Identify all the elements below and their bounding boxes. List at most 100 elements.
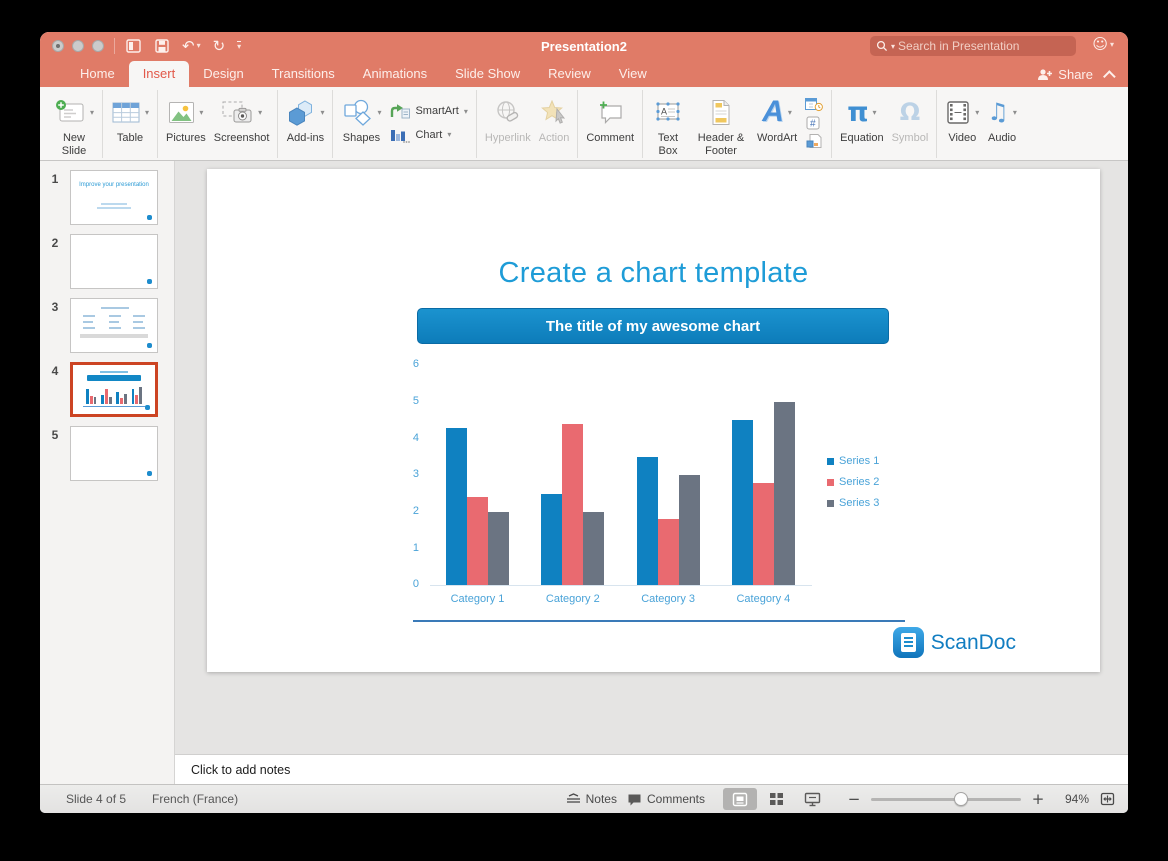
zoom-in-button[interactable]: + [1031, 790, 1045, 808]
chart-bar [467, 497, 488, 585]
slide-thumbnail-1[interactable]: Improve your presentation [70, 170, 158, 225]
table-button[interactable]: ▾ Table [111, 92, 149, 145]
header-footer-button[interactable]: Header & Footer [693, 92, 749, 158]
text-box-button[interactable]: A Text Box [651, 92, 685, 158]
slide-thumbnail-3[interactable] [70, 298, 158, 353]
tab-view[interactable]: View [605, 61, 661, 87]
redo-icon: ↻ [213, 39, 226, 54]
caret-down-icon: ▾ [464, 107, 468, 116]
tab-home[interactable]: Home [66, 61, 129, 87]
smartart-button[interactable]: SmartArt ▾ [389, 103, 467, 119]
slide-thumbnail-4-selected[interactable] [70, 362, 158, 417]
chart-plot-area[interactable] [430, 365, 810, 585]
equation-button[interactable]: π ▾ Equation [840, 92, 883, 145]
video-icon [945, 100, 971, 125]
chart-y-tick-label: 4 [393, 432, 419, 444]
search-input[interactable] [898, 39, 1048, 53]
tab-animations[interactable]: Animations [349, 61, 441, 87]
caret-down-icon: ▾ [873, 108, 877, 117]
slide-title-textbox[interactable]: Create a chart template [207, 257, 1100, 290]
customize-toolbar-button[interactable]: ▾ [237, 41, 241, 51]
tab-insert[interactable]: Insert [129, 61, 190, 87]
caret-down-icon: ▾ [1013, 108, 1017, 117]
redo-button[interactable]: ↻ [213, 39, 226, 54]
header-footer-icon [710, 99, 732, 126]
zoom-slider[interactable] [871, 792, 1021, 806]
slide-canvas: Create a chart template The title of my … [175, 161, 1128, 754]
thumbnail-title-text: Improve your presentation [71, 182, 157, 189]
comments-toggle[interactable]: Comments [627, 792, 705, 806]
thumbnail-row: 1 Improve your presentation [40, 170, 174, 225]
chart-bar [753, 483, 774, 586]
insert-date-time-icon[interactable] [805, 97, 823, 112]
normal-view-button[interactable] [723, 788, 757, 810]
slide-4[interactable]: Create a chart template The title of my … [207, 169, 1100, 672]
action-button: Action [539, 92, 570, 145]
new-presentation-button[interactable] [125, 38, 142, 54]
save-button[interactable] [154, 38, 170, 54]
zoom-out-button[interactable]: − [847, 790, 861, 808]
tab-slide-show[interactable]: Slide Show [441, 61, 534, 87]
new-slide-button[interactable]: ▾ New Slide [54, 92, 94, 158]
slide-thumbnail-2[interactable] [70, 234, 158, 289]
wordart-button[interactable]: A ▾ WordArt [757, 92, 797, 145]
pictures-button[interactable]: ▾ Pictures [166, 92, 206, 145]
slide-number-icon[interactable]: # [805, 116, 823, 130]
shapes-button[interactable]: ▾ Shapes [341, 92, 381, 145]
caret-down-icon: ▾ [197, 42, 201, 50]
thumbnail-row: 4 [40, 362, 174, 417]
comment-button[interactable]: Comment [586, 92, 634, 145]
ribbon-tab-bar: HomeInsertDesignTransitionsAnimationsSli… [40, 60, 1128, 87]
logo-dot [147, 343, 152, 348]
action-icon [541, 100, 568, 124]
collapse-ribbon-icon[interactable] [1103, 70, 1116, 83]
minimize-button[interactable] [72, 40, 84, 52]
fit-slide-to-window-button[interactable] [1099, 791, 1116, 807]
comment-label: Comment [586, 132, 634, 145]
undo-icon: ↶ [182, 39, 195, 54]
chart-bar [541, 494, 562, 586]
pictures-label: Pictures [166, 132, 206, 145]
screenshot-button[interactable]: ▾ Screenshot [214, 92, 270, 145]
zoom-slider-knob[interactable] [954, 792, 968, 806]
table-icon [111, 100, 141, 125]
notes-pane[interactable]: Click to add notes [175, 754, 1128, 784]
slideshow-view-button[interactable] [795, 788, 829, 810]
slide-sorter-view-button[interactable] [759, 788, 793, 810]
undo-button[interactable]: ↶ ▾ [182, 39, 201, 54]
chart-bar [446, 428, 467, 586]
video-button[interactable]: ▾ Video [945, 92, 979, 145]
feedback-button[interactable]: ☺ ▾ [1092, 35, 1114, 53]
caret-down-icon: ▾ [788, 108, 792, 117]
tab-transitions[interactable]: Transitions [258, 61, 349, 87]
chart-category-label: Category 3 [620, 593, 716, 605]
zoom-level: 94% [1055, 792, 1089, 806]
logo-dot [145, 405, 150, 410]
language-indicator[interactable]: French (France) [152, 792, 238, 806]
symbol-button: Ω Symbol [892, 92, 929, 145]
equation-label: Equation [840, 132, 883, 145]
scandoc-logo: ScanDoc [893, 627, 1016, 658]
audio-button[interactable]: ♫ ▾ Audio [987, 92, 1017, 145]
chart-title-shape[interactable]: The title of my awesome chart [417, 308, 889, 344]
shapes-label: Shapes [343, 132, 380, 145]
notes-toggle-label: Notes [586, 792, 617, 806]
share-button[interactable]: Share [1037, 67, 1093, 82]
caret-down-icon: ▾ [975, 108, 979, 117]
chart-button[interactable]: Chart ▾ [389, 126, 467, 143]
ribbon: ▾ New Slide ▾ Table [40, 87, 1128, 161]
slideshow-icon [804, 792, 821, 807]
slide-thumbnail-5[interactable] [70, 426, 158, 481]
smartart-icon [389, 103, 410, 119]
fullscreen-button[interactable] [92, 40, 104, 52]
close-button[interactable] [52, 40, 64, 52]
audio-icon: ♫ [987, 100, 1009, 124]
addins-button[interactable]: ▾ Add-ins [286, 92, 324, 145]
chart-x-axis-line [430, 585, 812, 586]
tab-review[interactable]: Review [534, 61, 605, 87]
ribbon-group-images: ▾ Pictures ▾ Screenshot [158, 90, 278, 158]
tab-design[interactable]: Design [189, 61, 257, 87]
search-box[interactable]: ▾ [870, 36, 1076, 56]
insert-object-icon[interactable] [805, 134, 823, 149]
notes-toggle[interactable]: Notes [566, 792, 617, 806]
